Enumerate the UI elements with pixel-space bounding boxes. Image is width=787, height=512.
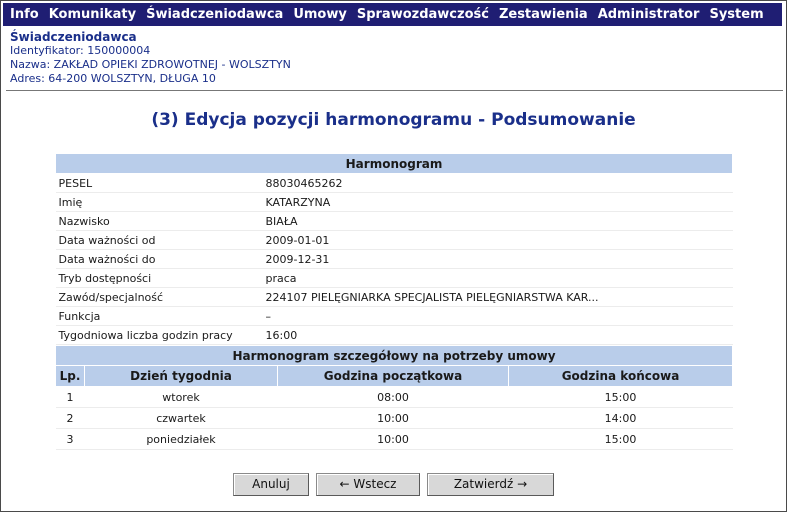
cell-lp: 3 <box>55 428 85 450</box>
field-row: Imię KATARZYNA <box>55 192 733 212</box>
table-row: 1 wtorek 08:00 15:00 <box>55 386 733 408</box>
field-value: 224107 PIELĘGNIARKA SPECJALISTA PIELĘGNI… <box>262 287 733 307</box>
field-label: PESEL <box>55 173 263 193</box>
cell-lp: 2 <box>55 407 85 429</box>
cancel-button[interactable]: Anuluj <box>233 473 309 496</box>
provider-address: Adres: 64-200 WOLSZTYN, DŁUGA 10 <box>10 72 216 85</box>
menu-item-komunikaty[interactable]: Komunikaty <box>46 7 139 22</box>
field-label: Nazwisko <box>55 211 263 231</box>
field-label: Data ważności do <box>55 249 263 269</box>
harmonogram-header: Harmonogram <box>55 153 733 174</box>
cell-day: czwartek <box>84 407 278 429</box>
cell-start: 08:00 <box>277 386 509 408</box>
table-row: 3 poniedziałek 10:00 15:00 <box>55 428 733 450</box>
field-value: 16:00 <box>262 325 733 345</box>
col-day: Dzień tygodnia <box>84 365 278 387</box>
field-row: Tryb dostępności praca <box>55 268 733 288</box>
field-value: BIAŁA <box>262 211 733 231</box>
detail-table: Harmonogram szczegółowy na potrzeby umow… <box>55 345 733 450</box>
field-row: PESEL 88030465262 <box>55 173 733 193</box>
cell-end: 15:00 <box>508 428 733 450</box>
back-button[interactable]: ← Wstecz <box>316 473 420 496</box>
field-label: Tryb dostępności <box>55 268 263 288</box>
divider <box>6 90 783 91</box>
provider-name: Nazwa: ZAKŁAD OPIEKI ZDROWOTNEJ - WOLSZT… <box>10 58 291 71</box>
field-value: 2009-01-01 <box>262 230 733 250</box>
menu-item-system[interactable]: System <box>706 7 766 22</box>
field-label: Zawód/specjalność <box>55 287 263 307</box>
confirm-button[interactable]: Zatwierdź → <box>427 473 554 496</box>
cell-day: wtorek <box>84 386 278 408</box>
cell-start: 10:00 <box>277 407 509 429</box>
field-value: KATARZYNA <box>262 192 733 212</box>
field-row: Tygodniowa liczba godzin pracy 16:00 <box>55 325 733 345</box>
cell-end: 14:00 <box>508 407 733 429</box>
provider-info: Świadczeniodawca Identyfikator: 15000000… <box>10 30 291 86</box>
table-row: 2 czwartek 10:00 14:00 <box>55 407 733 429</box>
menu-item-administrator[interactable]: Administrator <box>595 7 703 22</box>
field-label: Tygodniowa liczba godzin pracy <box>55 325 263 345</box>
menu-item-sprawozdawczosc[interactable]: Sprawozdawczość <box>354 7 492 22</box>
main-menu: Info Komunikaty Świadczeniodawca Umowy S… <box>3 3 782 26</box>
provider-id: Identyfikator: 150000004 <box>10 44 151 57</box>
summary-panel: Harmonogram PESEL 88030465262 Imię KATARZY… <box>55 153 733 450</box>
cell-day: poniedziałek <box>84 428 278 450</box>
field-row: Zawód/specjalność 224107 PIELĘGNIARKA SPE… <box>55 287 733 307</box>
field-label: Funkcja <box>55 306 263 326</box>
col-lp: Lp. <box>55 365 85 387</box>
provider-title: Świadczeniodawca <box>10 30 137 44</box>
field-label: Imię <box>55 192 263 212</box>
col-start: Godzina początkowa <box>277 365 509 387</box>
field-value: 2009-12-31 <box>262 249 733 269</box>
menu-item-umowy[interactable]: Umowy <box>290 7 350 22</box>
field-row: Data ważności do 2009-12-31 <box>55 249 733 269</box>
page-title: (3) Edycja pozycji harmonogramu - Podsum… <box>151 110 636 130</box>
menu-item-zestawienia[interactable]: Zestawienia <box>496 7 591 22</box>
cell-lp: 1 <box>55 386 85 408</box>
menu-item-info[interactable]: Info <box>7 7 42 22</box>
detail-column-headers: Lp. Dzień tygodnia Godzina początkowa Go… <box>55 365 733 387</box>
menu-item-swiadczeniodawca[interactable]: Świadczeniodawca <box>143 7 286 22</box>
field-value: praca <box>262 268 733 288</box>
detail-header: Harmonogram szczegółowy na potrzeby umow… <box>55 345 733 366</box>
field-row: Funkcja – <box>55 306 733 326</box>
field-label: Data ważności od <box>55 230 263 250</box>
col-end: Godzina końcowa <box>508 365 733 387</box>
field-value: 88030465262 <box>262 173 733 193</box>
field-row: Nazwisko BIAŁA <box>55 211 733 231</box>
cell-start: 10:00 <box>277 428 509 450</box>
cell-end: 15:00 <box>508 386 733 408</box>
field-value: – <box>262 306 733 326</box>
harmonogram-table: Harmonogram PESEL 88030465262 Imię KATARZY… <box>55 153 733 345</box>
field-row: Data ważności od 2009-01-01 <box>55 230 733 250</box>
